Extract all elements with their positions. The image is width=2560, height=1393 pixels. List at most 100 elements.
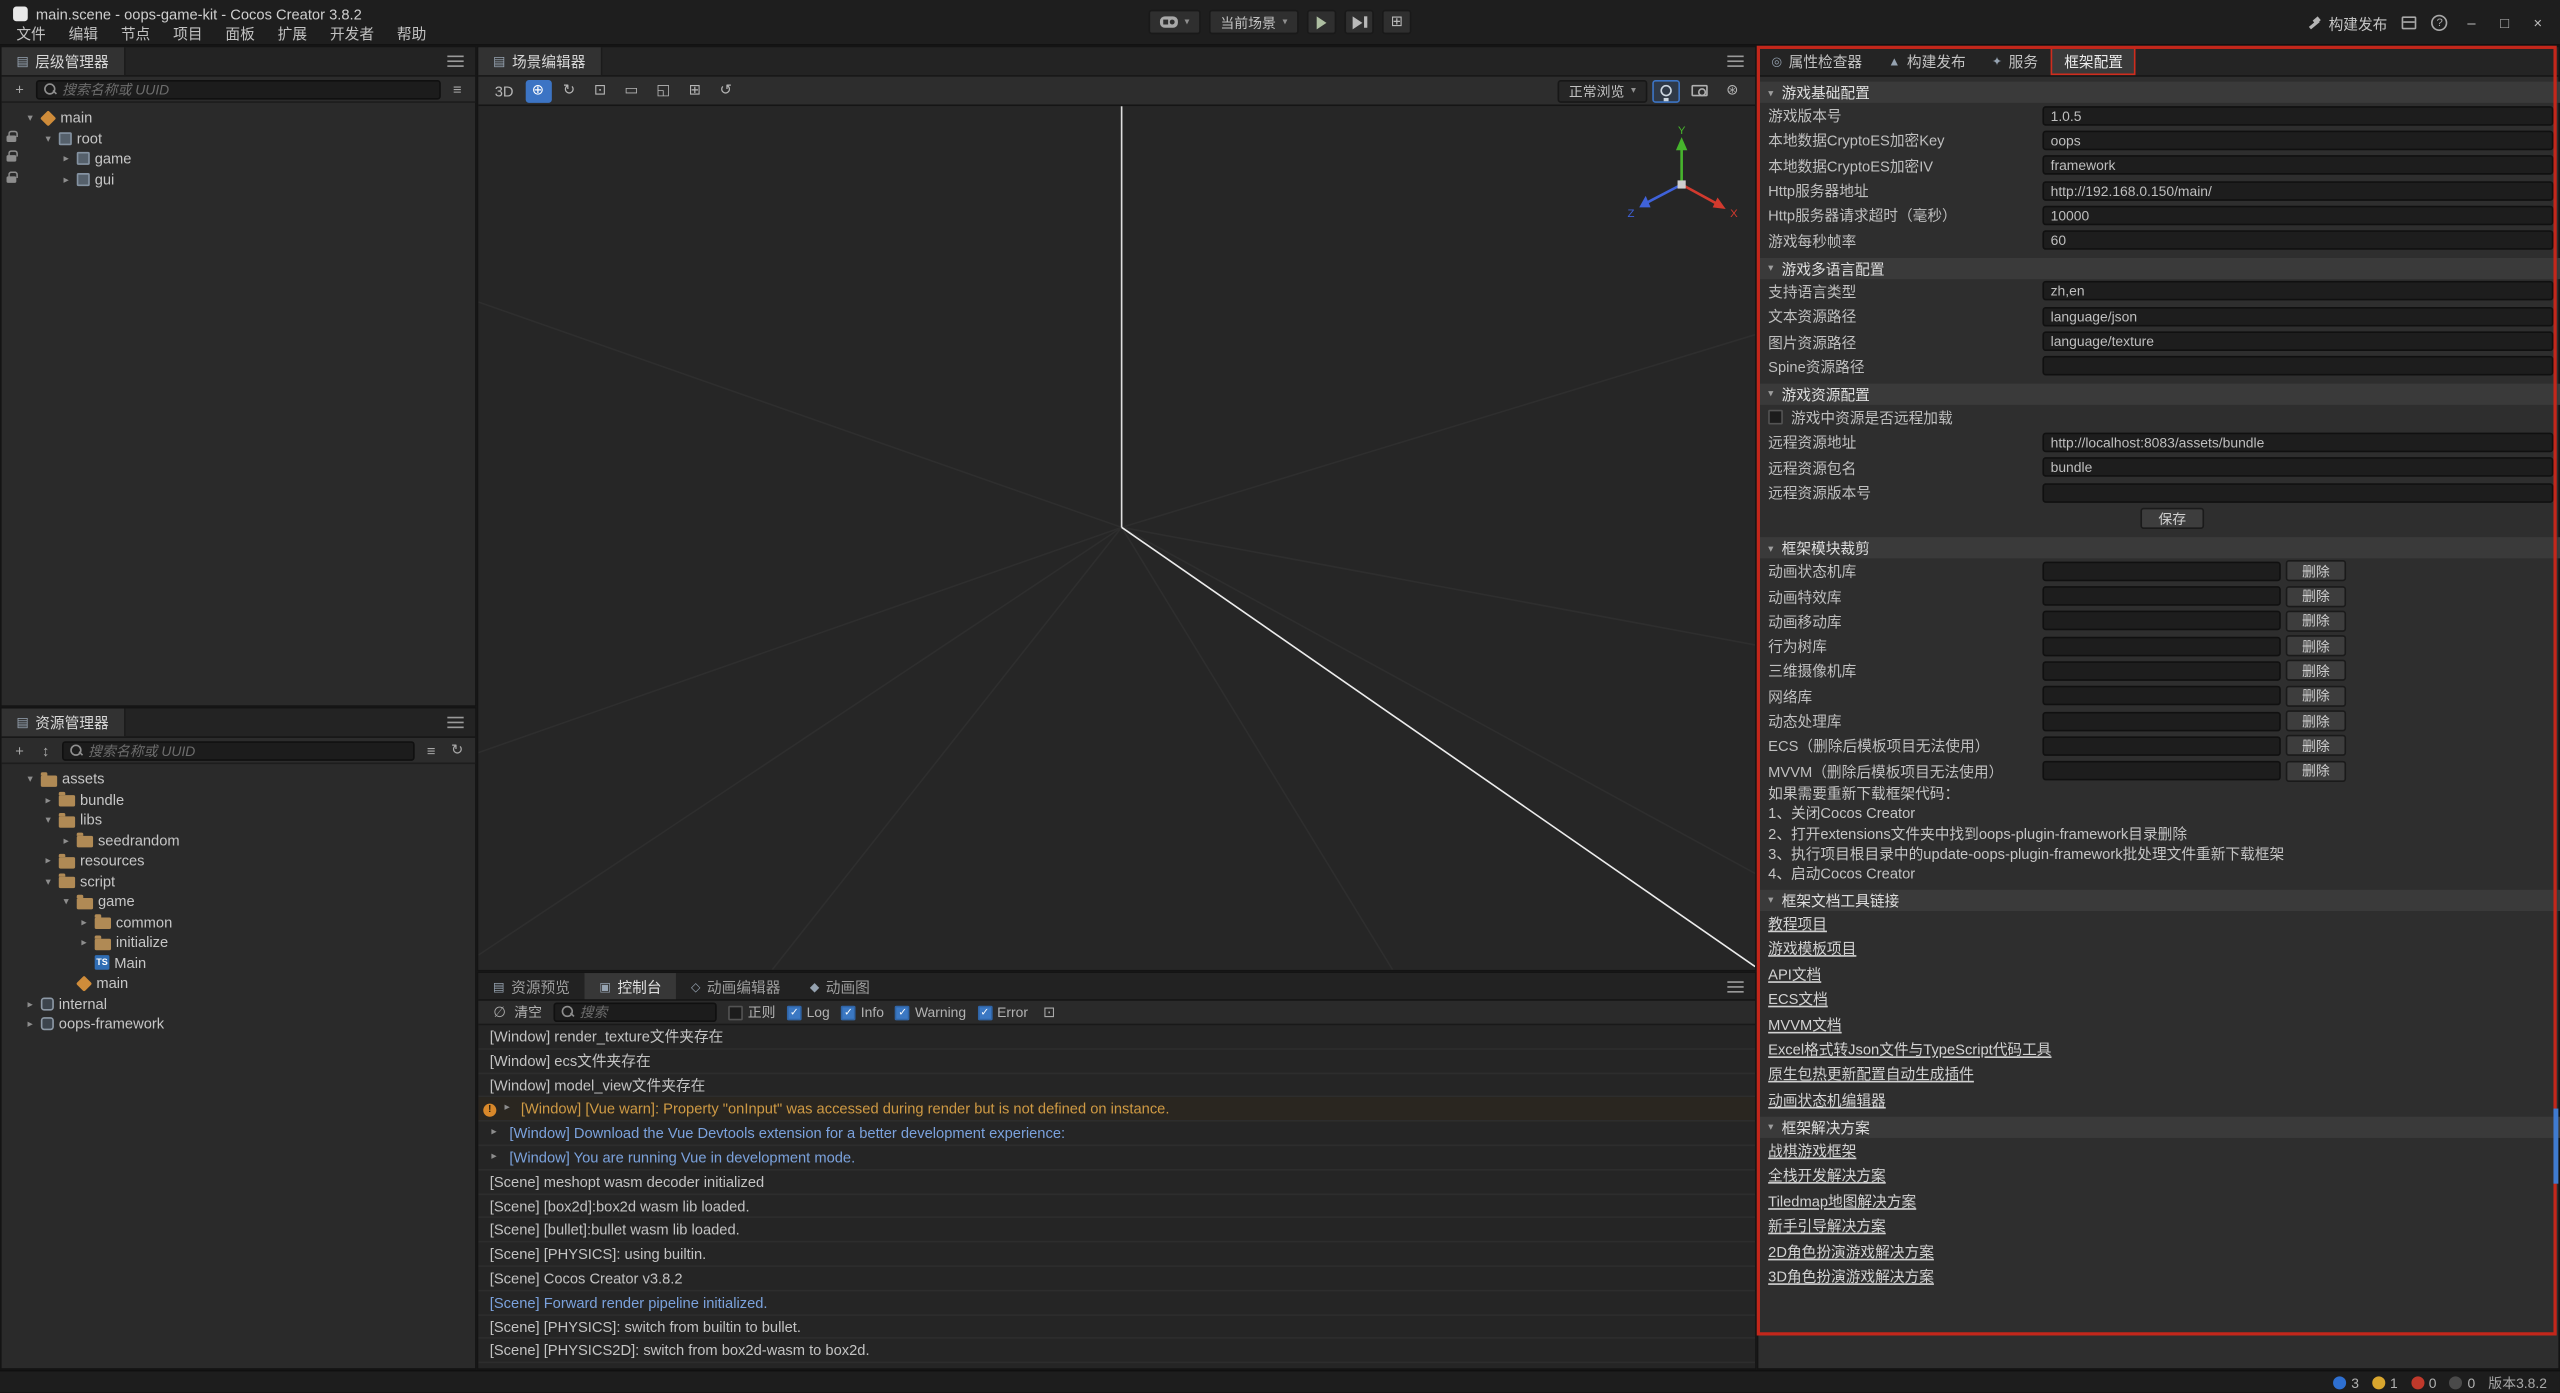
build-publish-button[interactable]: 构建发布 — [2307, 12, 2387, 33]
field-input[interactable] — [2042, 106, 2553, 126]
layout-grid-button[interactable] — [1382, 10, 1411, 34]
doc-link[interactable]: Excel格式转Json文件与TypeScript代码工具 — [1768, 1038, 2051, 1059]
device-select[interactable]: ▾ — [1149, 10, 1201, 34]
doc-link[interactable]: MVVM文档 — [1768, 1013, 1841, 1034]
menu-item[interactable]: 编辑 — [57, 24, 109, 45]
expand-arrow-icon[interactable]: ▸ — [24, 997, 35, 1010]
delete-button[interactable]: 删除 — [2286, 760, 2346, 781]
plus-icon[interactable] — [10, 742, 30, 758]
delete-button[interactable]: 删除 — [2286, 560, 2346, 581]
console-filter[interactable]: Log — [787, 1004, 830, 1020]
menu-item[interactable]: 开发者 — [319, 24, 386, 45]
log-row[interactable]: [Window] render_texture文件夹存在 — [478, 1025, 1755, 1049]
assets-search[interactable] — [62, 740, 415, 760]
section-header[interactable]: ▾游戏资源配置 — [1758, 384, 2560, 405]
snap-grid-button[interactable] — [682, 79, 708, 102]
expand-arrow-icon[interactable]: ▸ — [60, 173, 71, 186]
regex-toggle[interactable]: 正则 — [728, 1002, 775, 1022]
log-row[interactable]: [Scene] meshopt wasm decoder initialized — [478, 1170, 1755, 1194]
expand-arrow-icon[interactable]: ▸ — [491, 1146, 496, 1170]
doc-link[interactable]: 2D角色扮演游戏解决方案 — [1768, 1240, 1934, 1261]
doc-link[interactable]: 游戏模板项目 — [1768, 938, 1856, 959]
hierarchy-tab[interactable]: 层级管理器 — [2, 47, 125, 75]
delete-button[interactable]: 删除 — [2286, 610, 2346, 631]
info-count[interactable]: 3 — [2333, 1374, 2359, 1390]
maximize-button[interactable]: □ — [2495, 15, 2514, 31]
minimize-button[interactable]: – — [2462, 15, 2480, 31]
menu-item[interactable]: 节点 — [109, 24, 161, 45]
log-row[interactable]: [Scene] [PHYSICS2D]: switch from box2d-w… — [478, 1339, 1755, 1363]
hierarchy-node[interactable]: ▸game — [2, 149, 475, 169]
expand-arrow-icon[interactable]: ▸ — [78, 916, 89, 929]
doc-link[interactable]: API文档 — [1768, 963, 1821, 984]
console-filter[interactable]: Error — [978, 1004, 1028, 1020]
log-row[interactable]: [Scene] [PHYSICS]: switch from builtin t… — [478, 1315, 1755, 1339]
lighting-toggle-button[interactable] — [1652, 79, 1680, 102]
asset-node[interactable]: main — [2, 973, 475, 993]
console-search-input[interactable] — [580, 1004, 709, 1020]
warning-count[interactable]: 1 — [2372, 1374, 2398, 1390]
log-row[interactable]: ▸[Window] Download the Vue Devtools exte… — [478, 1122, 1755, 1146]
asset-node[interactable]: ▸resources — [2, 851, 475, 871]
field-input[interactable] — [2042, 432, 2553, 452]
view-mode-select[interactable]: 正常浏览 ▾ — [1557, 79, 1647, 102]
field-input[interactable] — [2042, 331, 2553, 351]
log-row[interactable]: [Scene] [box2d]:box2d wasm lib loaded. — [478, 1194, 1755, 1218]
help-icon[interactable] — [2431, 15, 2447, 31]
mode-3d-button[interactable]: 3D — [488, 79, 520, 102]
delete-button[interactable]: 删除 — [2286, 710, 2346, 731]
section-header[interactable]: ▾框架模块裁剪 — [1758, 537, 2560, 558]
field-input[interactable] — [2042, 457, 2553, 477]
inspector-tab[interactable]: 构建发布 — [1875, 47, 1979, 75]
doc-link[interactable]: 全栈开发解决方案 — [1768, 1165, 1886, 1186]
move-tool-button[interactable] — [525, 79, 551, 102]
section-header[interactable]: ▾游戏基础配置 — [1758, 82, 2560, 103]
rect-tool-button[interactable] — [618, 79, 645, 102]
doc-link[interactable]: ECS文档 — [1768, 988, 1828, 1009]
hierarchy-node[interactable]: ▸gui — [2, 169, 475, 189]
checkbox-icon[interactable] — [787, 1005, 802, 1020]
asset-node[interactable]: ▸internal — [2, 993, 475, 1013]
inspector-tab[interactable]: 框架配置 — [2051, 47, 2136, 75]
checkbox-icon[interactable] — [728, 1005, 743, 1020]
log-row[interactable]: [Scene] [bullet]:bullet wasm lib loaded. — [478, 1219, 1755, 1243]
save-button[interactable]: 保存 — [2140, 508, 2204, 529]
expand-arrow-icon[interactable]: ▸ — [491, 1122, 496, 1146]
checkbox-icon[interactable] — [1768, 410, 1783, 425]
menu-item[interactable]: 扩展 — [266, 24, 318, 45]
expand-arrow-icon[interactable]: ▸ — [60, 834, 71, 847]
expand-arrow-icon[interactable]: ▸ — [78, 936, 89, 949]
doc-link[interactable]: 战棋游戏框架 — [1768, 1140, 1856, 1161]
asset-node[interactable]: ▸oops-framework — [2, 1014, 475, 1034]
delete-button[interactable]: 删除 — [2286, 660, 2346, 681]
clear-console-button[interactable]: 清空 — [490, 1002, 542, 1022]
error-count[interactable]: 0 — [2411, 1374, 2437, 1390]
section-header[interactable]: ▾框架解决方案 — [1758, 1117, 2560, 1138]
log-row[interactable]: !▸[Window] [Vue warn]: Property "onInput… — [478, 1098, 1755, 1122]
console-filter[interactable]: Info — [841, 1004, 884, 1020]
field-input[interactable] — [2042, 180, 2553, 200]
scene-settings-button[interactable] — [1719, 79, 1745, 102]
menu-item[interactable]: 项目 — [162, 24, 214, 45]
rotate-tool-button[interactable] — [556, 79, 582, 102]
doc-link[interactable]: 动画状态机编辑器 — [1768, 1088, 1886, 1109]
field-input[interactable] — [2042, 230, 2553, 250]
inspector-tab[interactable]: 属性检查器 — [1758, 47, 1875, 75]
field-input[interactable] — [2042, 131, 2553, 151]
console-search[interactable] — [553, 1002, 716, 1022]
asset-node[interactable]: ▸seedrandom — [2, 830, 475, 850]
panel-menu-icon[interactable] — [447, 60, 463, 62]
asset-node[interactable]: ▸bundle — [2, 789, 475, 809]
hierarchy-search[interactable] — [36, 79, 441, 99]
section-header[interactable]: ▾游戏多语言配置 — [1758, 258, 2560, 279]
asset-node[interactable]: ▾script — [2, 871, 475, 891]
asset-node[interactable]: ▾libs — [2, 810, 475, 830]
expand-arrow-icon[interactable]: ▾ — [24, 111, 35, 124]
expand-arrow-icon[interactable]: ▸ — [504, 1098, 509, 1122]
orientation-gizmo[interactable]: Y X Z — [1621, 122, 1742, 230]
asset-node[interactable]: ▾game — [2, 891, 475, 911]
field-input[interactable] — [2042, 282, 2553, 302]
hierarchy-search-input[interactable] — [62, 81, 433, 97]
scene-camera-button[interactable] — [1685, 79, 1714, 102]
delete-button[interactable]: 删除 — [2286, 635, 2346, 656]
